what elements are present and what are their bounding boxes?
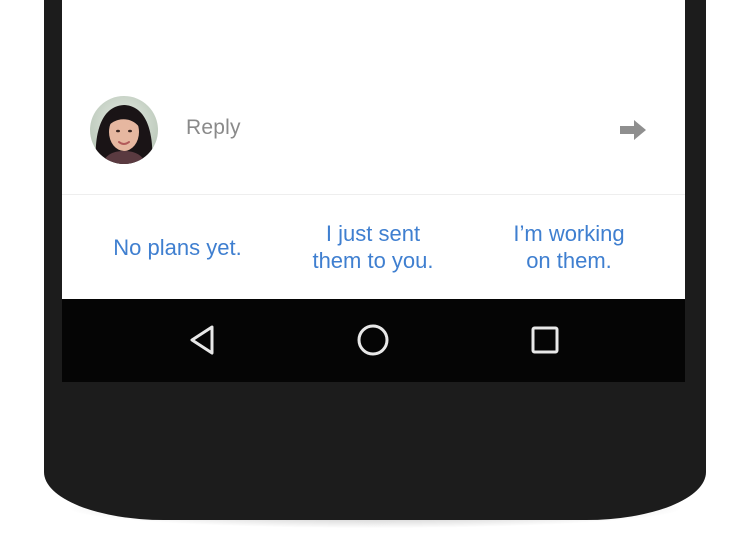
smart-reply-text: I just sent them to you. (312, 220, 433, 274)
back-triangle-icon[interactable] (182, 319, 222, 361)
avatar-image (90, 96, 158, 164)
smart-reply-line: I’m working (513, 221, 625, 246)
send-arrow-icon[interactable] (618, 118, 648, 142)
smart-reply-line: them to you. (312, 248, 434, 273)
smart-reply-suggestions: No plans yet. I just sent them to you. I… (62, 195, 685, 299)
recents-square-icon[interactable] (525, 319, 565, 361)
smart-reply-chip[interactable]: No plans yet. (80, 195, 275, 299)
navigation-bar (62, 299, 685, 382)
smart-reply-line: No plans yet. (113, 234, 242, 260)
home-circle-icon[interactable] (353, 319, 393, 361)
reply-compose-row: Reply (62, 0, 685, 194)
phone-screen: Reply No plans yet. I just sent them to … (62, 0, 685, 382)
smart-reply-chip[interactable]: I’m working on them. (471, 195, 667, 299)
smart-reply-text: I’m working on them. (513, 220, 624, 274)
smart-reply-line: I just sent (325, 221, 421, 246)
smart-reply-line: on them. (526, 248, 612, 273)
smart-reply-text: No plans yet. (113, 234, 241, 261)
avatar (90, 96, 158, 164)
reply-input[interactable]: Reply (186, 116, 241, 140)
smart-reply-chip[interactable]: I just sent them to you. (275, 195, 471, 299)
